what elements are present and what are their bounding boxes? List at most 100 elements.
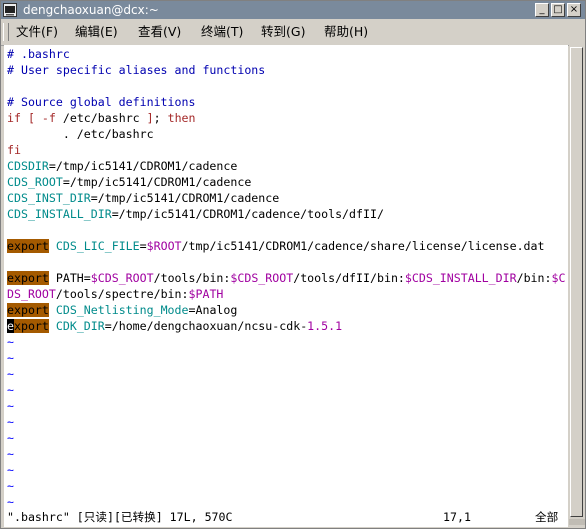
empty-line-tilde: ~	[7, 462, 14, 478]
text-token: /tmp/ic5141/CDROM1/cadence/share/license…	[181, 239, 545, 253]
text-token: # .bashrc	[7, 47, 70, 61]
text-token: [	[27, 111, 35, 125]
text-token: /tools/dfII/bin:	[293, 271, 405, 285]
empty-line-tilde: ~	[7, 414, 14, 430]
terminal-text-area[interactable]: # .bashrc # User specific aliases and fun…	[4, 45, 568, 507]
empty-line-tilde: ~	[7, 430, 14, 446]
text-token: =	[139, 239, 147, 253]
empty-line-tilde: ~	[7, 366, 14, 382]
text-token: DS_ROOT	[7, 287, 56, 301]
text-token: CDK_DIR	[55, 319, 105, 333]
editor-line: export CDK_DIR=/home/dengchaoxuan/ncsu-c…	[7, 318, 342, 334]
text-token: ~	[7, 431, 14, 445]
menu-file[interactable]: 文件(F)	[16, 24, 58, 40]
text-token: $CDS_ROOT	[90, 271, 154, 285]
maximize-button[interactable]: □	[551, 3, 565, 17]
text-token: fi	[7, 143, 21, 157]
text-token: -f	[41, 111, 56, 125]
scroll-position: 全部	[535, 510, 559, 524]
text-token: CDS_ROOT	[7, 175, 63, 189]
text-token: if	[7, 111, 21, 125]
text-token: ~	[7, 463, 14, 477]
vim-status-line: ".bashrc" [只读][已转换] 17L, 570C 17,1 全部	[4, 507, 568, 527]
editor-line: # .bashrc	[7, 46, 70, 62]
text-token: CDSDIR	[7, 159, 49, 173]
editor-line: CDS_ROOT=/tmp/ic5141/CDROM1/cadence	[7, 174, 251, 190]
file-status: ".bashrc" [只读][已转换] 17L, 570C	[7, 510, 233, 524]
text-token: /etc/bashrc	[55, 111, 147, 125]
text-token: then	[167, 111, 196, 125]
text-token: export	[7, 271, 49, 285]
menu-bar: 文件(F) 编辑(E) 查看(V) 终端(T) 转到(G) 帮助(H)	[1, 19, 585, 46]
text-token: ~	[7, 415, 14, 429]
text-token: CDS_LIC_FILE	[55, 239, 140, 253]
vertical-scrollbar[interactable]	[569, 45, 585, 527]
window-title: dengchaoxuan@dcx:~	[23, 3, 159, 17]
terminal-window: dengchaoxuan@dcx:~ _ □ × 文件(F) 编辑(E) 查看(…	[0, 0, 586, 529]
editor-line: # Source global definitions	[7, 94, 195, 110]
editor-line: . /etc/bashrc	[7, 126, 154, 142]
empty-line-tilde: ~	[7, 334, 14, 350]
empty-line-tilde: ~	[7, 478, 14, 494]
text-token: =/tmp/ic5141/CDROM1/cadence	[90, 191, 280, 205]
text-token: /tools/bin:	[153, 271, 231, 285]
empty-line-tilde: ~	[7, 494, 14, 507]
text-token: ;	[153, 111, 168, 125]
text-token: =/home/dengchaoxuan/ncsu-cdk-	[104, 319, 308, 333]
close-button[interactable]: ×	[567, 3, 581, 17]
text-token: ~	[7, 335, 14, 349]
text-token: $C	[551, 271, 566, 285]
empty-line-tilde: ~	[7, 446, 14, 462]
empty-line-tilde: ~	[7, 398, 14, 414]
menubar-grip[interactable]	[3, 23, 9, 41]
editor-line: if [ -f /etc/bashrc ]; then	[7, 110, 196, 126]
text-token: # User specific aliases and functions	[7, 63, 266, 77]
editor-line: CDS_INSTALL_DIR=/tmp/ic5141/CDROM1/caden…	[7, 206, 384, 222]
menu-view[interactable]: 查看(V)	[138, 24, 181, 40]
minimize-button[interactable]: _	[535, 3, 549, 17]
text-token: ~	[7, 367, 14, 381]
text-token: PATH=	[48, 271, 91, 285]
text-token: # Source global definitions	[7, 95, 196, 109]
text-token: CDS_INSTALL_DIR	[7, 207, 112, 221]
text-token: /tools/spectre/bin:	[55, 287, 189, 301]
text-token: . /etc/bashrc	[7, 127, 154, 141]
menu-terminal[interactable]: 终端(T)	[201, 24, 243, 40]
text-token: $PATH	[188, 287, 224, 301]
text-token: 1.5.1	[307, 319, 343, 333]
scrollbar-track[interactable]	[569, 519, 585, 525]
scrollbar-thumb[interactable]	[570, 47, 583, 517]
text-token: ~	[7, 399, 14, 413]
editor-line: CDS_INST_DIR=/tmp/ic5141/CDROM1/cadence	[7, 190, 279, 206]
text-cursor: e	[7, 319, 14, 333]
menu-go[interactable]: 转到(G)	[261, 24, 305, 40]
editor-line: export CDS_Netlisting_Mode=Analog	[7, 302, 237, 318]
cursor-position: 17,1	[443, 510, 471, 524]
text-token: ]	[146, 111, 154, 125]
text-token: =/tmp/ic5141/CDROM1/cadence	[48, 159, 238, 173]
editor-line: export CDS_LIC_FILE=$ROOT/tmp/ic5141/CDR…	[7, 238, 545, 254]
editor-line: fi	[7, 142, 21, 158]
text-token: ~	[7, 383, 14, 397]
text-token: export	[7, 303, 49, 317]
text-token: ~	[7, 447, 14, 461]
text-token: =/tmp/ic5141/CDROM1/cadence/tools/dfII/	[111, 207, 384, 221]
empty-line-tilde: ~	[7, 382, 14, 398]
title-bar[interactable]: dengchaoxuan@dcx:~ _ □ ×	[1, 1, 585, 19]
terminal-icon[interactable]	[3, 3, 17, 17]
text-token: CDS_INST_DIR	[7, 191, 91, 205]
text-token: ~	[7, 351, 14, 365]
text-token: CDS_Netlisting_Mode	[55, 303, 189, 317]
editor-line: # User specific aliases and functions	[7, 62, 265, 78]
text-token: =/tmp/ic5141/CDROM1/cadence	[62, 175, 252, 189]
text-token: $CDS_ROOT	[230, 271, 294, 285]
menu-edit[interactable]: 编辑(E)	[75, 24, 118, 40]
text-token: xport	[13, 319, 49, 333]
text-token: /bin:	[516, 271, 552, 285]
menu-help[interactable]: 帮助(H)	[324, 24, 368, 40]
text-token: $ROOT	[146, 239, 182, 253]
